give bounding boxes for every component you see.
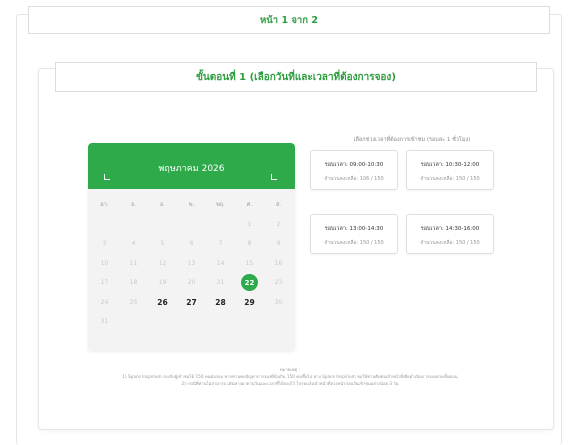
slot-remaining-label: จำนวนคงเหลือ: 150 / 150: [324, 240, 384, 246]
calendar-day-disabled: 17: [100, 279, 109, 287]
page-indicator: หน้า 1 จาก 2: [28, 6, 550, 34]
calendar-day-disabled: 2: [276, 220, 281, 228]
step-title-text: ขั้นตอนที่ 1 (เลือกวันที่และเวลาที่ต้องก…: [196, 71, 396, 83]
time-slot-card[interactable]: รอบเวลา: 09:00-10:30 จำนวนคงเหลือ: 106 /…: [310, 150, 398, 190]
calendar-day-disabled: 7: [218, 240, 223, 248]
calendar-header: พฤษภาคม 2026: [88, 143, 295, 189]
notes-heading: หมายเหตุ :: [280, 367, 300, 372]
calendar-weekday-label: พ.: [188, 201, 195, 208]
calendar-month-title: พฤษภาคม 2026: [158, 164, 225, 174]
calendar-day-disabled: 21: [216, 279, 225, 287]
calendar-weekday-label: ศ.: [246, 201, 253, 208]
time-slot-card[interactable]: รอบเวลา: 14:30-16:00 จำนวนคงเหลือ: 150 /…: [406, 214, 494, 254]
calendar-day[interactable]: 28: [206, 293, 235, 313]
calendar-day-disabled: 24: [100, 298, 109, 306]
calendar-empty-cell: [148, 215, 177, 235]
time-slots-heading: เลือกช่วงเวลาที่ต้องการเข้าชม (รอบละ 1 ช…: [353, 137, 471, 143]
page-indicator-text: หน้า 1 จาก 2: [260, 14, 318, 26]
calendar-day-disabled: 14: [216, 259, 225, 267]
calendar-day-disabled: 20: [187, 279, 196, 287]
step-title: ขั้นตอนที่ 1 (เลือกวันที่และเวลาที่ต้องก…: [55, 62, 537, 92]
slot-time-label: รอบเวลา: 13:00-14:30: [324, 226, 384, 232]
calendar-day[interactable]: 27: [177, 293, 206, 313]
slot-time-label: รอบเวลา: 09:00-10:30: [324, 162, 384, 168]
slot-time-label: รอบเวลา: 14:30-16:00: [420, 226, 480, 232]
slot-remaining-label: จำนวนคงเหลือ: 150 / 150: [420, 240, 480, 246]
slot-remaining-label: จำนวนคงเหลือ: 150 / 150: [420, 176, 480, 182]
calendar-empty-cell: [177, 215, 206, 235]
calendar-weekday-label: พฤ.: [216, 201, 225, 208]
notes-section: หมายเหตุ : 1) Space Inspirium รองรับผู้เ…: [60, 366, 520, 387]
calendar-day-disabled: 23: [274, 279, 283, 287]
calendar-weekday-label: ส.: [275, 201, 282, 208]
slot-time-label: รอบเวลา: 10:30-12:00: [420, 162, 480, 168]
calendar-empty-cell: [90, 215, 119, 235]
calendar-day-disabled: 3: [102, 240, 107, 248]
calendar-day-disabled: 12: [158, 259, 167, 267]
date-picker-calendar: พฤษภาคม 2026 อา. จ. อ. พ. พฤ. ศ. ส. 1 2 3 4 5 6 7 8 9 10…: [88, 143, 295, 351]
calendar-day-disabled: 30: [274, 298, 283, 306]
previous-month-icon[interactable]: [102, 173, 112, 183]
calendar-day-disabled: 16: [274, 259, 283, 267]
calendar-day-selected[interactable]: 22: [235, 273, 264, 293]
time-slot-card[interactable]: รอบเวลา: 10:30-12:00 จำนวนคงเหลือ: 150 /…: [406, 150, 494, 190]
calendar-day-disabled: 6: [189, 240, 194, 248]
calendar-day-disabled: 25: [129, 298, 138, 306]
calendar-weekday-label: อา.: [100, 201, 109, 208]
calendar-day-disabled: 11: [129, 259, 138, 267]
calendar-weekday-label: อ.: [159, 201, 166, 208]
calendar-day-disabled: 9: [276, 240, 281, 248]
calendar-day[interactable]: 29: [235, 293, 264, 313]
calendar-day-disabled: 19: [158, 279, 167, 287]
slot-remaining-label: จำนวนคงเหลือ: 106 / 150: [324, 176, 384, 182]
notes-line-2: 2) กรณีที่ท่านไม่สามารถ เดินทางมาตามวันแ…: [181, 381, 399, 386]
calendar-day-disabled: 10: [100, 259, 109, 267]
calendar-day-disabled: 8: [247, 240, 252, 248]
calendar-day-label: 22: [241, 274, 258, 292]
calendar-day[interactable]: 26: [148, 293, 177, 313]
calendar-weekday-label: จ.: [131, 201, 136, 208]
calendar-day-disabled: 5: [160, 240, 165, 248]
next-month-icon[interactable]: [269, 173, 279, 183]
calendar-day-disabled: 13: [187, 259, 196, 267]
calendar-day-disabled: 1: [247, 220, 252, 228]
calendar-day-disabled: 4: [131, 240, 136, 248]
calendar-empty-cell: [119, 215, 148, 235]
calendar-empty-cell: [206, 215, 235, 235]
calendar-day-disabled: 31: [100, 318, 109, 326]
calendar-day-disabled: 18: [129, 279, 138, 287]
calendar-grid: อา. จ. อ. พ. พฤ. ศ. ส. 1 2 3 4 5 6 7 8 9 10 11 12 13 14 15 16 1…: [90, 195, 293, 332]
calendar-day-disabled: 15: [245, 259, 254, 267]
time-slot-card[interactable]: รอบเวลา: 13:00-14:30 จำนวนคงเหลือ: 150 /…: [310, 214, 398, 254]
notes-line-1: 1) Space Inspirium รองรับผู้เข้าชมได้ 15…: [122, 374, 458, 379]
